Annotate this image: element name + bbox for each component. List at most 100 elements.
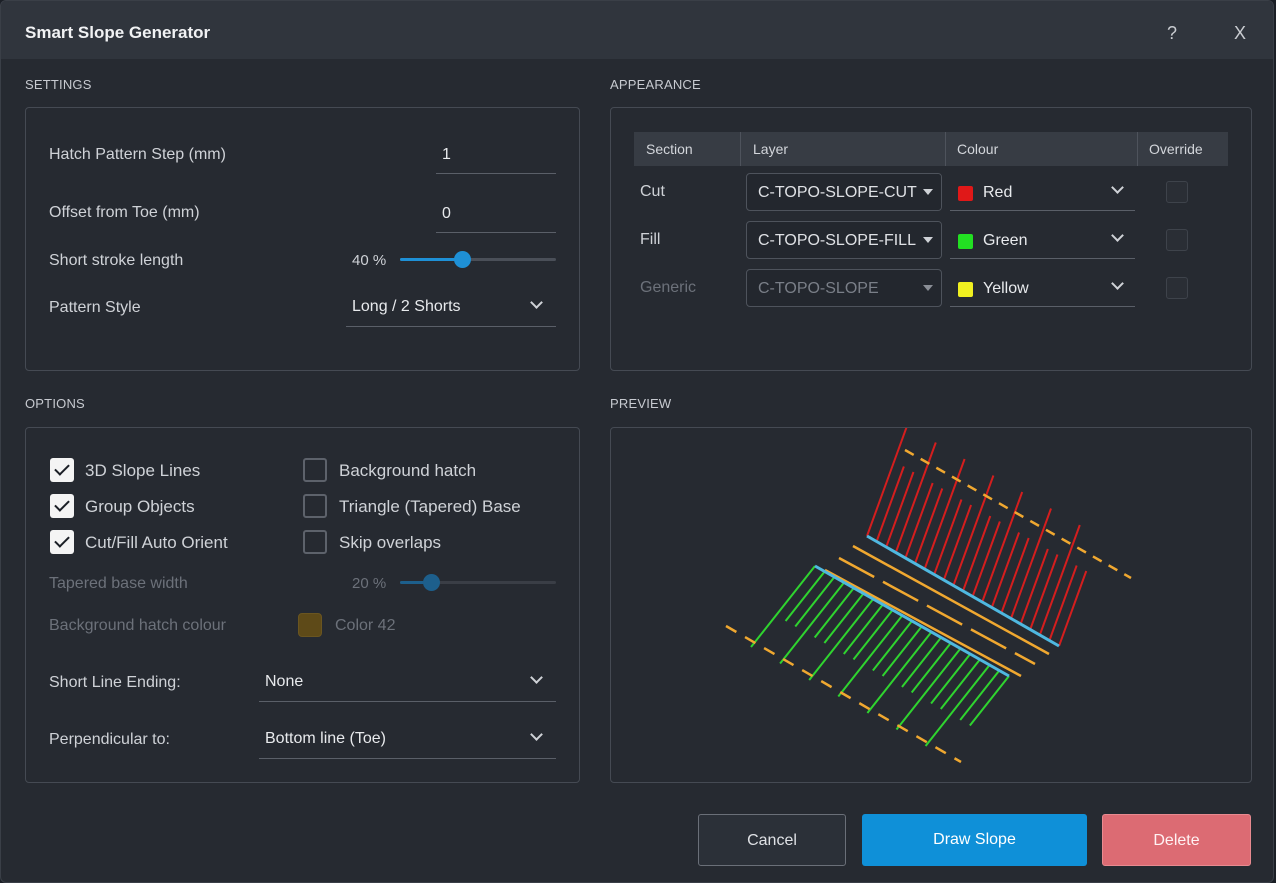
- col-colour: Colour: [957, 141, 999, 157]
- checkbox-label: Cut/Fill Auto Orient: [85, 533, 228, 552]
- cut-slope-line: [1019, 548, 1049, 625]
- preview-panel: [610, 425, 1252, 783]
- window-title: Smart Slope Generator: [25, 23, 211, 42]
- column-divider: [740, 132, 741, 166]
- override-checkbox-generic[interactable]: [1166, 277, 1188, 299]
- slider-fill: [400, 258, 463, 261]
- layer-select-generic[interactable]: C-TOPO-SLOPE: [746, 269, 942, 307]
- col-override: Override: [1149, 141, 1203, 157]
- cut-slope-line: [990, 532, 1021, 608]
- cancel-button[interactable]: Cancel: [698, 814, 846, 866]
- cut-slope-line: [914, 488, 944, 564]
- checkbox-background-hatch[interactable]: [303, 458, 327, 482]
- colour-select-cut[interactable]: Red: [950, 173, 1135, 211]
- colour-value: Yellow: [983, 280, 1029, 297]
- override-checkbox-cut[interactable]: [1166, 181, 1188, 203]
- smart-slope-dialog: Smart Slope Generator ? X SETTINGS Hatch…: [0, 0, 1274, 883]
- row-section-fill: Fill: [640, 231, 661, 248]
- layer-value: C-TOPO-SLOPE-FILL: [758, 232, 916, 249]
- slope-preview-canvas: [725, 425, 1132, 764]
- fill-slope-line: [895, 647, 962, 731]
- checkbox-label: Group Objects: [85, 497, 195, 516]
- layer-value: C-TOPO-SLOPE: [758, 280, 879, 297]
- cut-slope-line: [885, 471, 915, 548]
- col-section: Section: [646, 141, 693, 157]
- settings-heading: SETTINGS: [25, 77, 92, 92]
- cut-slope-line: [894, 442, 937, 553]
- colour-value: Green: [983, 232, 1028, 249]
- options-heading: OPTIONS: [25, 396, 85, 411]
- cut-slope-line: [952, 475, 995, 586]
- layer-value: C-TOPO-SLOPE-CUT: [758, 184, 917, 201]
- cut-slope-line: [923, 458, 966, 570]
- cut-slope-line: [1010, 508, 1052, 619]
- hatch-step-label: Hatch Pattern Step (mm): [49, 146, 226, 163]
- cut-slope-line: [1029, 554, 1059, 630]
- checkbox-group-objects[interactable]: [50, 494, 74, 518]
- short-stroke-label: Short stroke length: [49, 252, 184, 269]
- close-button[interactable]: X: [1234, 23, 1246, 44]
- colour-swatch: [958, 186, 973, 201]
- slider-thumb[interactable]: [423, 574, 441, 591]
- title-bar[interactable]: Smart Slope Generator ? X: [1, 1, 1273, 59]
- perpendicular-label: Perpendicular to:: [49, 731, 170, 748]
- checkbox-label: Triangle (Tapered) Base: [339, 497, 521, 516]
- fill-slope-line: [750, 565, 816, 648]
- bg-hatch-colour-swatch[interactable]: [298, 613, 322, 637]
- toe-line: [814, 564, 1010, 678]
- layer-select-fill[interactable]: C-TOPO-SLOPE-FILL: [746, 221, 942, 259]
- toe-line: [866, 534, 1060, 648]
- chevron-down-icon: [1111, 181, 1124, 194]
- colour-swatch: [958, 282, 973, 297]
- colour-value: Red: [983, 184, 1013, 201]
- fill-slope-line: [808, 598, 874, 681]
- column-divider: [1137, 132, 1138, 166]
- tapered-width-value: 20 %: [352, 575, 387, 592]
- offset-label: Offset from Toe (mm): [49, 204, 200, 221]
- column-divider: [945, 132, 946, 166]
- pattern-style-label: Pattern Style: [49, 299, 141, 316]
- slider-thumb[interactable]: [454, 251, 472, 268]
- bg-hatch-colour-label: Background hatch colour: [49, 617, 226, 634]
- row-section-cut: Cut: [640, 183, 665, 200]
- cut-slope-line: [866, 425, 908, 537]
- colour-select-fill[interactable]: Green: [950, 221, 1135, 259]
- checkbox-cut-fill-auto-orient[interactable]: [50, 530, 74, 554]
- fill-slope-line: [866, 631, 933, 714]
- cut-slope-line: [981, 491, 1024, 603]
- checkbox-skip-overlaps[interactable]: [303, 530, 327, 554]
- perpendicular-select[interactable]: Bottom line (Toe): [259, 730, 556, 759]
- cut-slope-line: [875, 466, 905, 542]
- col-layer: Layer: [753, 141, 789, 157]
- checkbox-3d-slope-lines[interactable]: [50, 458, 74, 482]
- pattern-style-select[interactable]: Long / 2 Shorts: [346, 298, 556, 327]
- cut-slope-line: [1048, 565, 1078, 641]
- fill-slope-lines: [750, 565, 1010, 747]
- options-panel: 3D Slope Lines Group Objects Cut/Fill Au…: [25, 427, 580, 783]
- checkbox-label: 3D Slope Lines: [85, 461, 201, 480]
- cut-slope-line: [1058, 570, 1088, 647]
- colour-swatch: [958, 234, 973, 249]
- short-line-ending-select[interactable]: None: [259, 673, 556, 702]
- delete-button[interactable]: Delete: [1102, 814, 1251, 866]
- table-header: Section Layer Colour Override: [634, 132, 1228, 166]
- appearance-panel: Section Layer Colour Override Cut C-TOPO…: [610, 107, 1252, 371]
- chevron-down-icon: [1111, 229, 1124, 242]
- cut-slope-line: [971, 521, 1001, 597]
- short-stroke-slider[interactable]: [400, 251, 556, 268]
- dropdown-arrow-icon: [923, 285, 933, 291]
- help-button[interactable]: ?: [1167, 23, 1177, 44]
- cut-slope-line: [1038, 524, 1081, 636]
- cut-slope-line: [933, 499, 963, 575]
- checkbox-label: Skip overlaps: [339, 533, 442, 552]
- hatch-step-input[interactable]: 1: [436, 146, 556, 174]
- colour-select-generic[interactable]: Yellow: [950, 269, 1135, 307]
- tapered-width-slider[interactable]: [400, 574, 556, 591]
- layer-select-cut[interactable]: C-TOPO-SLOPE-CUT: [746, 173, 942, 211]
- offset-input[interactable]: 0: [436, 205, 556, 233]
- settings-panel: Hatch Pattern Step (mm) 1 Offset from To…: [25, 107, 580, 371]
- override-checkbox-fill[interactable]: [1166, 229, 1188, 251]
- checkbox-triangle-base[interactable]: [303, 494, 327, 518]
- dropdown-arrow-icon: [923, 237, 933, 243]
- draw-slope-button[interactable]: Draw Slope: [862, 814, 1087, 866]
